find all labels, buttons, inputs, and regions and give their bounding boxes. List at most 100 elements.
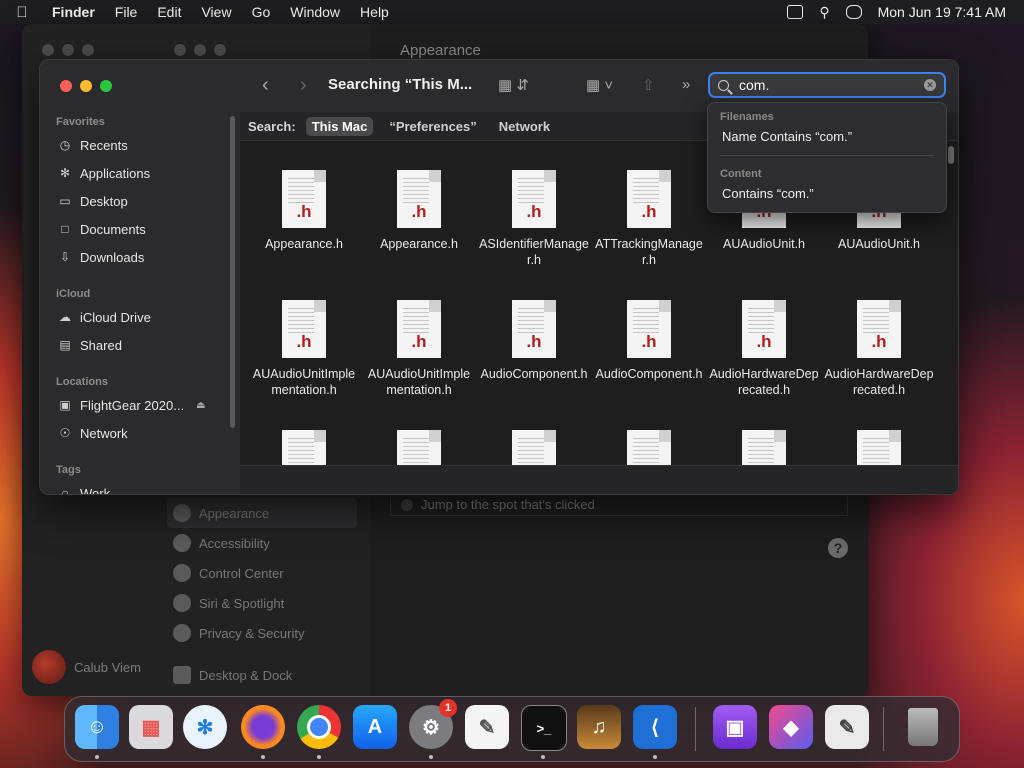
file-name: AudioComponent.h [480, 367, 588, 381]
firefox-dock-icon[interactable] [241, 705, 285, 749]
script-editor-dock-icon[interactable]: ✎ [825, 705, 869, 749]
sidebar-item-downloads[interactable]: ⇩ Downloads [58, 246, 144, 268]
spotlight-search-icon[interactable]: ⚲ [819, 4, 829, 21]
file-name: ASIdentifierManager.h [479, 237, 589, 267]
file-item[interactable]: .h ASIdentifierManager.h [478, 170, 590, 268]
settings-item-label: Privacy & Security [199, 625, 305, 641]
sidebar-item-network[interactable]: ☉ Network [58, 422, 128, 444]
file-item[interactable]: .h Appearance.h [248, 170, 360, 252]
settings-item-appearance[interactable]: Appearance [167, 498, 357, 528]
zoom-button[interactable] [100, 80, 112, 92]
grid-scrollbar[interactable] [948, 146, 954, 164]
desktop-icon: ▭ [59, 194, 71, 208]
vscode-dock-icon[interactable]: ⟨ [633, 705, 677, 749]
menu-window[interactable]: Window [280, 4, 350, 20]
dock: ☺ ▦ ✻ A ⚙ 1 ✎ >_ ♫ ⟨ ▣ ◆ ✎ [64, 696, 960, 762]
file-item[interactable]: .h AudioComponent.h [478, 300, 590, 382]
sidebar-item-tag-work[interactable]: ○ Work [58, 482, 110, 495]
header-file-icon: .h [512, 170, 556, 228]
menu-help[interactable]: Help [350, 4, 399, 20]
file-item[interactable] [708, 430, 820, 466]
file-name: AUAudioUnit.h [838, 237, 920, 251]
clock-icon: ◷ [59, 138, 71, 152]
file-name: Appearance.h [265, 237, 343, 251]
menu-finder[interactable]: Finder [44, 4, 105, 20]
settings-item-label: Accessibility [199, 535, 270, 551]
close-button[interactable] [60, 80, 72, 92]
file-item[interactable] [248, 430, 360, 466]
back-chevron-icon[interactable]: ‹ [262, 74, 269, 97]
textedit-dock-icon[interactable]: ✎ [465, 705, 509, 749]
eject-icon[interactable]: ⏏ [196, 400, 205, 411]
sidebar-section-favorites: Favorites [56, 116, 105, 128]
shortcuts-dock-icon[interactable]: ◆ [769, 705, 813, 749]
control-center-icon[interactable] [845, 5, 862, 19]
screen-mirroring-icon[interactable] [787, 5, 804, 19]
terminal-dock-icon[interactable]: >_ [521, 705, 567, 751]
icon-view-icon[interactable]: ▦ ⇵ [498, 76, 529, 94]
share-icon[interactable]: ⇧ [642, 76, 655, 94]
header-file-icon: .h [512, 300, 556, 358]
sidebar-scrollbar[interactable] [230, 116, 235, 428]
sidebar-item-flightgear[interactable]: ▣ FlightGear 2020... ⏏ [58, 394, 205, 416]
file-item[interactable]: .h Appearance.h [363, 170, 475, 252]
suggestion-name-contains[interactable]: Name Contains “com.” [722, 129, 852, 144]
sidebar-item-desktop[interactable]: ▭ Desktop [58, 190, 127, 212]
more-toolbar-icon[interactable]: » [682, 76, 690, 93]
system-settings-dock-icon[interactable]: ⚙ 1 [409, 699, 457, 749]
safari-dock-icon[interactable]: ✻ [183, 705, 227, 749]
menu-view[interactable]: View [191, 4, 241, 20]
trash-icon[interactable] [901, 705, 945, 749]
sidebar-item-recents[interactable]: ◷ Recents [58, 134, 128, 156]
scope-this-mac[interactable]: This Mac [305, 116, 374, 136]
settings-user[interactable]: Calub Viem [32, 650, 141, 684]
help-button[interactable]: ? [828, 538, 848, 558]
scope-preferences[interactable]: “Preferences” [383, 117, 482, 136]
sidebar-item-applications[interactable]: ✻ Applications [58, 162, 150, 184]
search-input[interactable] [737, 76, 911, 94]
forward-chevron-icon[interactable]: › [300, 74, 307, 97]
settings-item-control-center[interactable]: Control Center [167, 558, 357, 588]
garageband-dock-icon[interactable]: ♫ [577, 705, 621, 749]
apple-menu-icon[interactable]:  [0, 4, 44, 21]
settings-traffic-lights-2 [174, 44, 226, 56]
sidebar-item-documents[interactable]: □ Documents [58, 218, 145, 240]
jump-radio[interactable] [401, 498, 413, 511]
scope-network[interactable]: Network [493, 117, 556, 136]
settings-item-desktop-dock[interactable]: Desktop & Dock [167, 660, 357, 690]
header-file-icon: .h [397, 300, 441, 358]
sidebar-item-icloud-drive[interactable]: ☁ iCloud Drive [58, 306, 151, 328]
header-file-icon [282, 430, 326, 466]
file-item[interactable]: .h AUAudioUnitImplementation.h [248, 300, 360, 398]
file-item[interactable]: .h AudioHardwareDeprecated.h [823, 300, 935, 398]
file-item[interactable]: .h AudioHardwareDeprecated.h [708, 300, 820, 398]
settings-item-accessibility[interactable]: Accessibility [167, 528, 357, 558]
menubar-clock[interactable]: Mon Jun 19 7:41 AM [878, 4, 1006, 20]
suggestion-content-contains[interactable]: Contains “com.” [722, 186, 814, 201]
clear-search-icon[interactable]: ✕ [924, 79, 936, 91]
search-field[interactable]: ✕ [708, 72, 946, 98]
settings-item-siri[interactable]: Siri & Spotlight [167, 588, 357, 618]
menu-file[interactable]: File [105, 4, 148, 20]
settings-item-label: Control Center [199, 565, 284, 581]
menu-go[interactable]: Go [242, 4, 281, 20]
group-by-icon[interactable]: ▦ ˅ [586, 76, 613, 94]
file-item[interactable] [823, 430, 935, 466]
disk-utility-dock-icon[interactable]: ▣ [713, 705, 757, 749]
file-item[interactable]: .h AUAudioUnitImplementation.h [363, 300, 475, 398]
finder-dock-icon[interactable]: ☺ [75, 705, 119, 749]
file-item[interactable] [593, 430, 705, 466]
jump-option-row[interactable]: Jump to the spot that's clicked [390, 494, 848, 516]
file-name: AUAudioUnitImplementation.h [367, 367, 471, 397]
file-item[interactable]: .h ATTrackingManager.h [593, 170, 705, 268]
chrome-dock-icon[interactable] [297, 705, 341, 749]
launchpad-dock-icon[interactable]: ▦ [129, 705, 173, 749]
app-store-dock-icon[interactable]: A [353, 705, 397, 749]
file-item[interactable]: .h AudioComponent.h [593, 300, 705, 382]
file-item[interactable] [363, 430, 475, 466]
file-item[interactable] [478, 430, 590, 466]
minimize-button[interactable] [80, 80, 92, 92]
sidebar-item-shared[interactable]: ▤ Shared [58, 334, 122, 356]
menu-edit[interactable]: Edit [147, 4, 191, 20]
settings-item-privacy[interactable]: Privacy & Security [167, 618, 357, 648]
